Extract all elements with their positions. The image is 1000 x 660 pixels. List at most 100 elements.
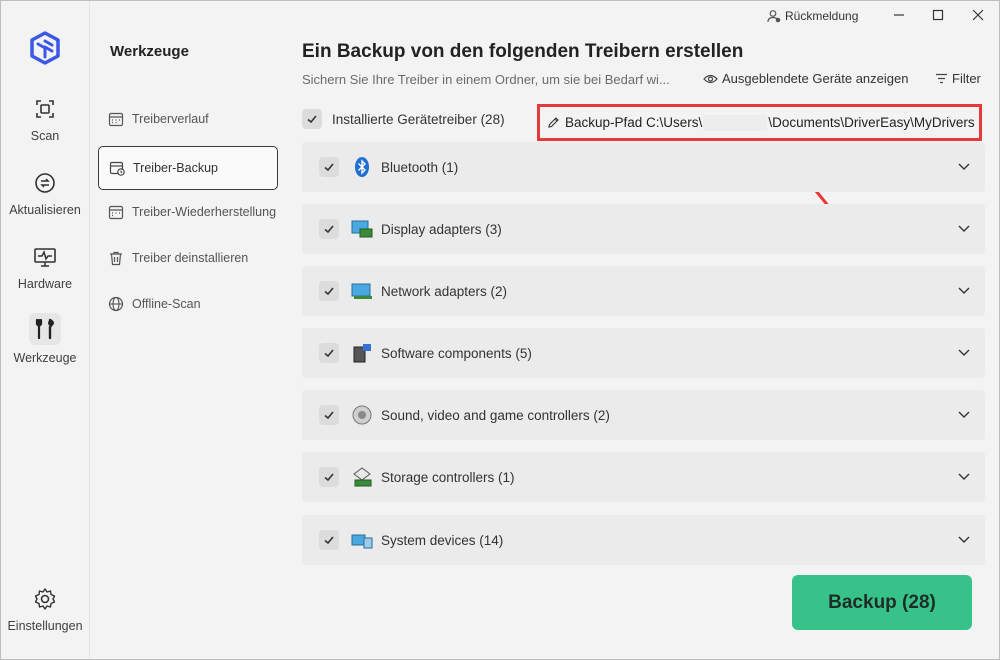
check-icon xyxy=(324,225,334,234)
category-row-system-devices[interactable]: System devices (14) xyxy=(302,515,985,565)
display-adapter-icon xyxy=(351,220,373,238)
rail-item-label: Einstellungen xyxy=(7,619,83,633)
backup-icon xyxy=(109,161,125,176)
filter-icon xyxy=(936,73,947,84)
tool-item-label: Treiber-Backup xyxy=(133,161,218,175)
feedback-button[interactable]: Rückmeldung xyxy=(767,5,858,27)
chevron-down-icon[interactable] xyxy=(957,345,971,359)
check-icon xyxy=(324,287,334,296)
category-checkbox[interactable] xyxy=(319,281,339,301)
rail-item-label: Werkzeuge xyxy=(13,351,77,365)
installed-drivers-row: Installierte Gerätetreiber (28) xyxy=(302,109,505,129)
tool-item-driver-backup[interactable]: Treiber-Backup xyxy=(98,146,278,190)
check-icon xyxy=(324,349,334,358)
nav-rail: Scan Aktualisieren Hardware Werkzeuge Ei… xyxy=(1,1,89,659)
check-icon xyxy=(324,536,334,545)
check-icon xyxy=(307,115,317,124)
chevron-down-icon[interactable] xyxy=(957,159,971,173)
category-checkbox[interactable] xyxy=(319,467,339,487)
check-icon xyxy=(324,163,334,172)
rail-item-label: Aktualisieren xyxy=(9,203,81,217)
chevron-down-icon[interactable] xyxy=(957,221,971,235)
category-checkbox[interactable] xyxy=(319,219,339,239)
rail-item-tools[interactable]: Werkzeuge xyxy=(1,313,89,365)
installed-drivers-label: Installierte Gerätetreiber (28) xyxy=(332,111,505,127)
tools-title: Werkzeuge xyxy=(110,43,189,60)
feedback-label: Rückmeldung xyxy=(785,9,859,23)
refresh-icon xyxy=(35,173,55,193)
backup-path-prefix: Backup-Pfad C:\Users\ xyxy=(565,115,703,130)
category-row-bluetooth[interactable]: Bluetooth (1) xyxy=(302,142,985,192)
main-content: Rückmeldung Ein Backup von den folgenden… xyxy=(289,1,999,659)
category-row-network-adapters[interactable]: Network adapters (2) xyxy=(302,266,985,316)
chevron-down-icon[interactable] xyxy=(957,407,971,421)
system-device-icon xyxy=(351,534,373,549)
rail-item-scan[interactable]: Scan xyxy=(1,95,89,143)
maximize-icon[interactable] xyxy=(932,9,944,21)
network-adapter-icon xyxy=(351,283,372,299)
category-label: Storage controllers (1) xyxy=(381,469,515,485)
app-logo-icon xyxy=(30,31,60,65)
category-label: System devices (14) xyxy=(381,532,504,548)
restore-icon xyxy=(108,205,124,220)
category-label: Display adapters (3) xyxy=(381,221,502,237)
storage-controller-icon xyxy=(353,467,372,487)
feedback-icon xyxy=(767,10,781,23)
check-icon xyxy=(324,473,334,482)
page-title: Ein Backup von den folgenden Treibern er… xyxy=(302,41,744,62)
chevron-down-icon[interactable] xyxy=(957,469,971,483)
tool-item-driver-uninstall[interactable]: Treiber deinstallieren xyxy=(98,236,278,280)
backup-path-field[interactable]: Backup-Pfad C:\Users\ \Documents\DriverE… xyxy=(537,104,982,141)
rail-item-update[interactable]: Aktualisieren xyxy=(1,169,89,217)
backup-button[interactable]: Backup (28) xyxy=(792,575,972,630)
redacted-username xyxy=(703,114,768,131)
check-icon xyxy=(324,411,334,420)
speaker-icon xyxy=(352,405,372,425)
category-row-display-adapters[interactable]: Display adapters (3) xyxy=(302,204,985,254)
show-hidden-devices-label: Ausgeblendete Geräte anzeigen xyxy=(722,71,909,86)
category-row-sound-video-game[interactable]: Sound, video and game controllers (2) xyxy=(302,390,985,440)
tool-item-driver-history[interactable]: Treiberverlauf xyxy=(98,97,278,141)
eye-icon xyxy=(703,74,718,83)
edit-pencil-icon[interactable] xyxy=(547,116,560,129)
show-hidden-devices-button[interactable]: Ausgeblendete Geräte anzeigen xyxy=(703,71,908,86)
chevron-down-icon[interactable] xyxy=(957,283,971,297)
gear-icon xyxy=(34,588,56,610)
filter-label: Filter xyxy=(952,71,981,86)
category-checkbox[interactable] xyxy=(319,530,339,550)
bluetooth-icon xyxy=(355,157,369,177)
category-checkbox[interactable] xyxy=(319,157,339,177)
globe-icon xyxy=(108,296,124,312)
tools-panel: Werkzeuge Treiberverlauf Treiber-Backup xyxy=(89,1,289,659)
category-label: Sound, video and game controllers (2) xyxy=(381,407,610,423)
category-checkbox[interactable] xyxy=(319,343,339,363)
minimize-icon[interactable] xyxy=(893,9,905,21)
rail-item-label: Hardware xyxy=(17,277,73,291)
tool-item-label: Treiber-Wiederherstellung xyxy=(132,205,277,219)
scan-icon xyxy=(36,100,54,118)
backup-path-suffix: \Documents\DriverEasy\MyDrivers xyxy=(768,115,975,130)
category-row-software-components[interactable]: Software components (5) xyxy=(302,328,985,378)
calendar-icon xyxy=(108,112,124,127)
category-row-storage-controllers[interactable]: Storage controllers (1) xyxy=(302,452,985,502)
tools-icon xyxy=(29,313,61,345)
close-icon[interactable] xyxy=(972,9,984,21)
rail-item-settings[interactable]: Einstellungen xyxy=(1,585,89,633)
tool-item-label: Offline-Scan xyxy=(132,297,201,311)
category-label: Network adapters (2) xyxy=(381,283,508,299)
page-subtitle: Sichern Sie Ihre Treiber in einem Ordner… xyxy=(302,72,670,87)
filter-button[interactable]: Filter xyxy=(935,71,981,86)
software-component-icon xyxy=(353,344,371,363)
tool-item-label: Treiberverlauf xyxy=(132,112,209,126)
category-label: Software components (5) xyxy=(381,345,532,361)
tool-item-label: Treiber deinstallieren xyxy=(132,251,249,265)
app-window: Scan Aktualisieren Hardware Werkzeuge Ei… xyxy=(0,0,1000,660)
category-label: Bluetooth (1) xyxy=(381,159,459,175)
select-all-checkbox[interactable] xyxy=(302,109,322,129)
category-checkbox[interactable] xyxy=(319,405,339,425)
tool-item-offline-scan[interactable]: Offline-Scan xyxy=(98,282,278,326)
chevron-down-icon[interactable] xyxy=(957,532,971,546)
trash-icon xyxy=(110,251,122,266)
rail-item-hardware[interactable]: Hardware xyxy=(1,243,89,291)
tool-item-driver-restore[interactable]: Treiber-Wiederherstellung xyxy=(98,190,278,234)
